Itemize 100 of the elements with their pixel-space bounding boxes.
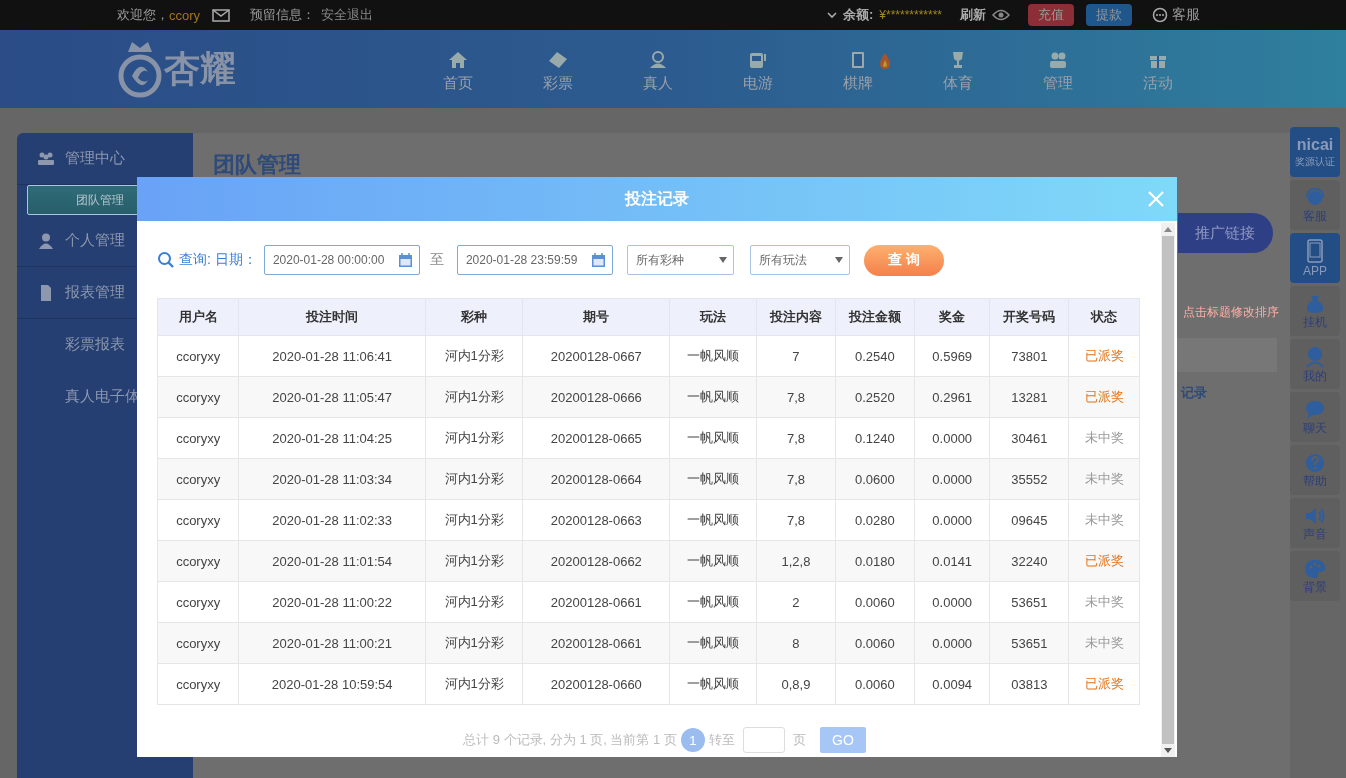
column-header[interactable]: 用户名 <box>157 298 239 336</box>
table-cell: 35552 <box>989 458 1069 500</box>
table-cell: 7,8 <box>756 458 836 500</box>
table-cell: ccoryxy <box>157 622 239 664</box>
status-cell: 未中奖 <box>1068 417 1140 459</box>
pager-summary: 总计 9 个记录, 分为 1 页, 当前第 1 页 <box>463 731 677 749</box>
help-icon <box>1305 452 1325 473</box>
table-cell: 一帆风顺 <box>669 622 757 664</box>
goto-label: 转至 <box>708 731 735 749</box>
slot-machine-icon <box>748 50 768 69</box>
nav-item[interactable]: 体育 <box>908 45 1008 93</box>
nav-item[interactable]: 活动 <box>1108 45 1208 93</box>
table-cell: 一帆风顺 <box>669 663 757 705</box>
scroll-down-arrow-icon[interactable] <box>1164 748 1172 753</box>
page-title: 团队管理 <box>213 153 301 177</box>
play-type-select[interactable]: 所有玩法 <box>749 245 850 275</box>
nav-item[interactable]: 真人 <box>608 45 708 93</box>
table-cell: 73801 <box>989 335 1069 377</box>
refresh-link[interactable]: 刷新 <box>960 6 986 24</box>
table-cell: 20200128-0665 <box>522 417 670 459</box>
nav-item[interactable]: 管理 <box>1008 45 1108 93</box>
table-cell: 53651 <box>989 622 1069 664</box>
to-label: 至 <box>429 251 444 269</box>
logo-text: 杏耀 <box>164 47 237 91</box>
status-cell: 未中奖 <box>1068 499 1140 541</box>
withdraw-button[interactable]: 提款 <box>1086 4 1132 26</box>
status-cell: 未中奖 <box>1068 581 1140 623</box>
scroll-up-arrow-icon[interactable] <box>1164 227 1172 232</box>
table-cell: 2020-01-28 11:00:21 <box>238 622 426 664</box>
table-cell: ccoryxy <box>157 540 239 582</box>
lottery-type-select[interactable]: 所有彩种 <box>626 245 734 275</box>
table-cell: 0.0000 <box>914 581 990 623</box>
toolbar-item[interactable]: APP <box>1290 233 1340 283</box>
table-cell: 0.1240 <box>835 417 915 459</box>
headset-icon <box>1304 187 1326 208</box>
nav-item[interactable]: 棋牌 <box>808 45 908 93</box>
table-cell: 河内1分彩 <box>425 622 523 664</box>
eye-icon[interactable] <box>992 9 1010 21</box>
table-cell: ccoryxy <box>157 458 239 500</box>
nav-item[interactable]: 电游 <box>708 45 808 93</box>
table-cell: 0.0060 <box>835 663 915 705</box>
table-cell: 20200128-0661 <box>522 622 670 664</box>
page-input[interactable] <box>742 727 785 753</box>
table-cell: 7,8 <box>756 499 836 541</box>
service-link[interactable]: 客服 <box>1172 6 1200 24</box>
table-cell: 2020-01-28 11:02:33 <box>238 499 426 541</box>
username-link[interactable]: ccory <box>169 7 201 23</box>
toolbar-item[interactable]: nicai 奖源认证 <box>1290 127 1340 177</box>
table-cell: 20200128-0660 <box>522 663 670 705</box>
table-cell: 7,8 <box>756 376 836 418</box>
table-cell: 7 <box>756 335 836 377</box>
column-header[interactable]: 彩种 <box>425 298 523 336</box>
nav-item[interactable]: 彩票 <box>508 45 608 93</box>
person-icon <box>37 232 55 249</box>
welcome-text: 欢迎您， <box>117 6 169 24</box>
table-cell: 河内1分彩 <box>425 581 523 623</box>
nav-item[interactable]: 首页 <box>408 45 508 93</box>
table-cell: 20200128-0662 <box>522 540 670 582</box>
column-header[interactable]: 投注金额 <box>835 298 915 336</box>
column-header[interactable]: 投注内容 <box>756 298 836 336</box>
status-cell: 已派奖 <box>1068 663 1140 705</box>
logout-link[interactable]: 安全退出 <box>321 6 374 24</box>
dialog-title: 投注记录 <box>625 188 689 209</box>
status-cell: 已派奖 <box>1068 376 1140 418</box>
column-header[interactable]: 期号 <box>522 298 670 336</box>
table-cell: ccoryxy <box>157 417 239 459</box>
chat-icon <box>1304 399 1326 420</box>
chevron-icon[interactable] <box>826 11 837 19</box>
deposit-button[interactable]: 充值 <box>1028 4 1074 26</box>
table-cell: 2020-01-28 11:03:34 <box>238 458 426 500</box>
speaker-icon <box>1304 505 1326 526</box>
table-cell: 20200128-0667 <box>522 335 670 377</box>
table-cell: ccoryxy <box>157 581 239 623</box>
column-header[interactable]: 状态 <box>1068 298 1140 336</box>
status-cell: 已派奖 <box>1068 335 1140 377</box>
user-icon <box>1304 345 1326 368</box>
promo-link-button[interactable]: 推广链接 <box>1178 213 1273 253</box>
column-header[interactable]: 开奖号码 <box>989 298 1069 336</box>
table-cell: 0.0180 <box>835 540 915 582</box>
start-date-field[interactable]: 2020-01-28 00:00:00 <box>263 245 420 275</box>
page-number[interactable]: 1 <box>680 728 705 752</box>
table-cell: 20200128-0663 <box>522 499 670 541</box>
table-cell: 0.0060 <box>835 581 915 623</box>
people-icon <box>37 151 55 166</box>
table-cell: 0.5969 <box>914 335 990 377</box>
query-button[interactable]: 查 询 <box>863 244 944 276</box>
dropdown-arrow-icon <box>718 257 727 263</box>
table-cell: 2 <box>756 581 836 623</box>
calendar-icon[interactable] <box>397 252 413 268</box>
scrollbar[interactable] <box>1161 223 1175 757</box>
chat-icon[interactable] <box>1152 7 1168 23</box>
table-cell: 7,8 <box>756 417 836 459</box>
column-header[interactable]: 投注时间 <box>238 298 426 336</box>
table-cell: 09645 <box>989 499 1069 541</box>
mail-icon[interactable] <box>212 8 231 22</box>
column-header[interactable]: 奖金 <box>914 298 990 336</box>
column-header[interactable]: 玩法 <box>669 298 757 336</box>
calendar-icon[interactable] <box>590 252 606 268</box>
table-cell: ccoryxy <box>157 663 239 705</box>
end-date-field[interactable]: 2020-01-28 23:59:59 <box>456 245 613 275</box>
